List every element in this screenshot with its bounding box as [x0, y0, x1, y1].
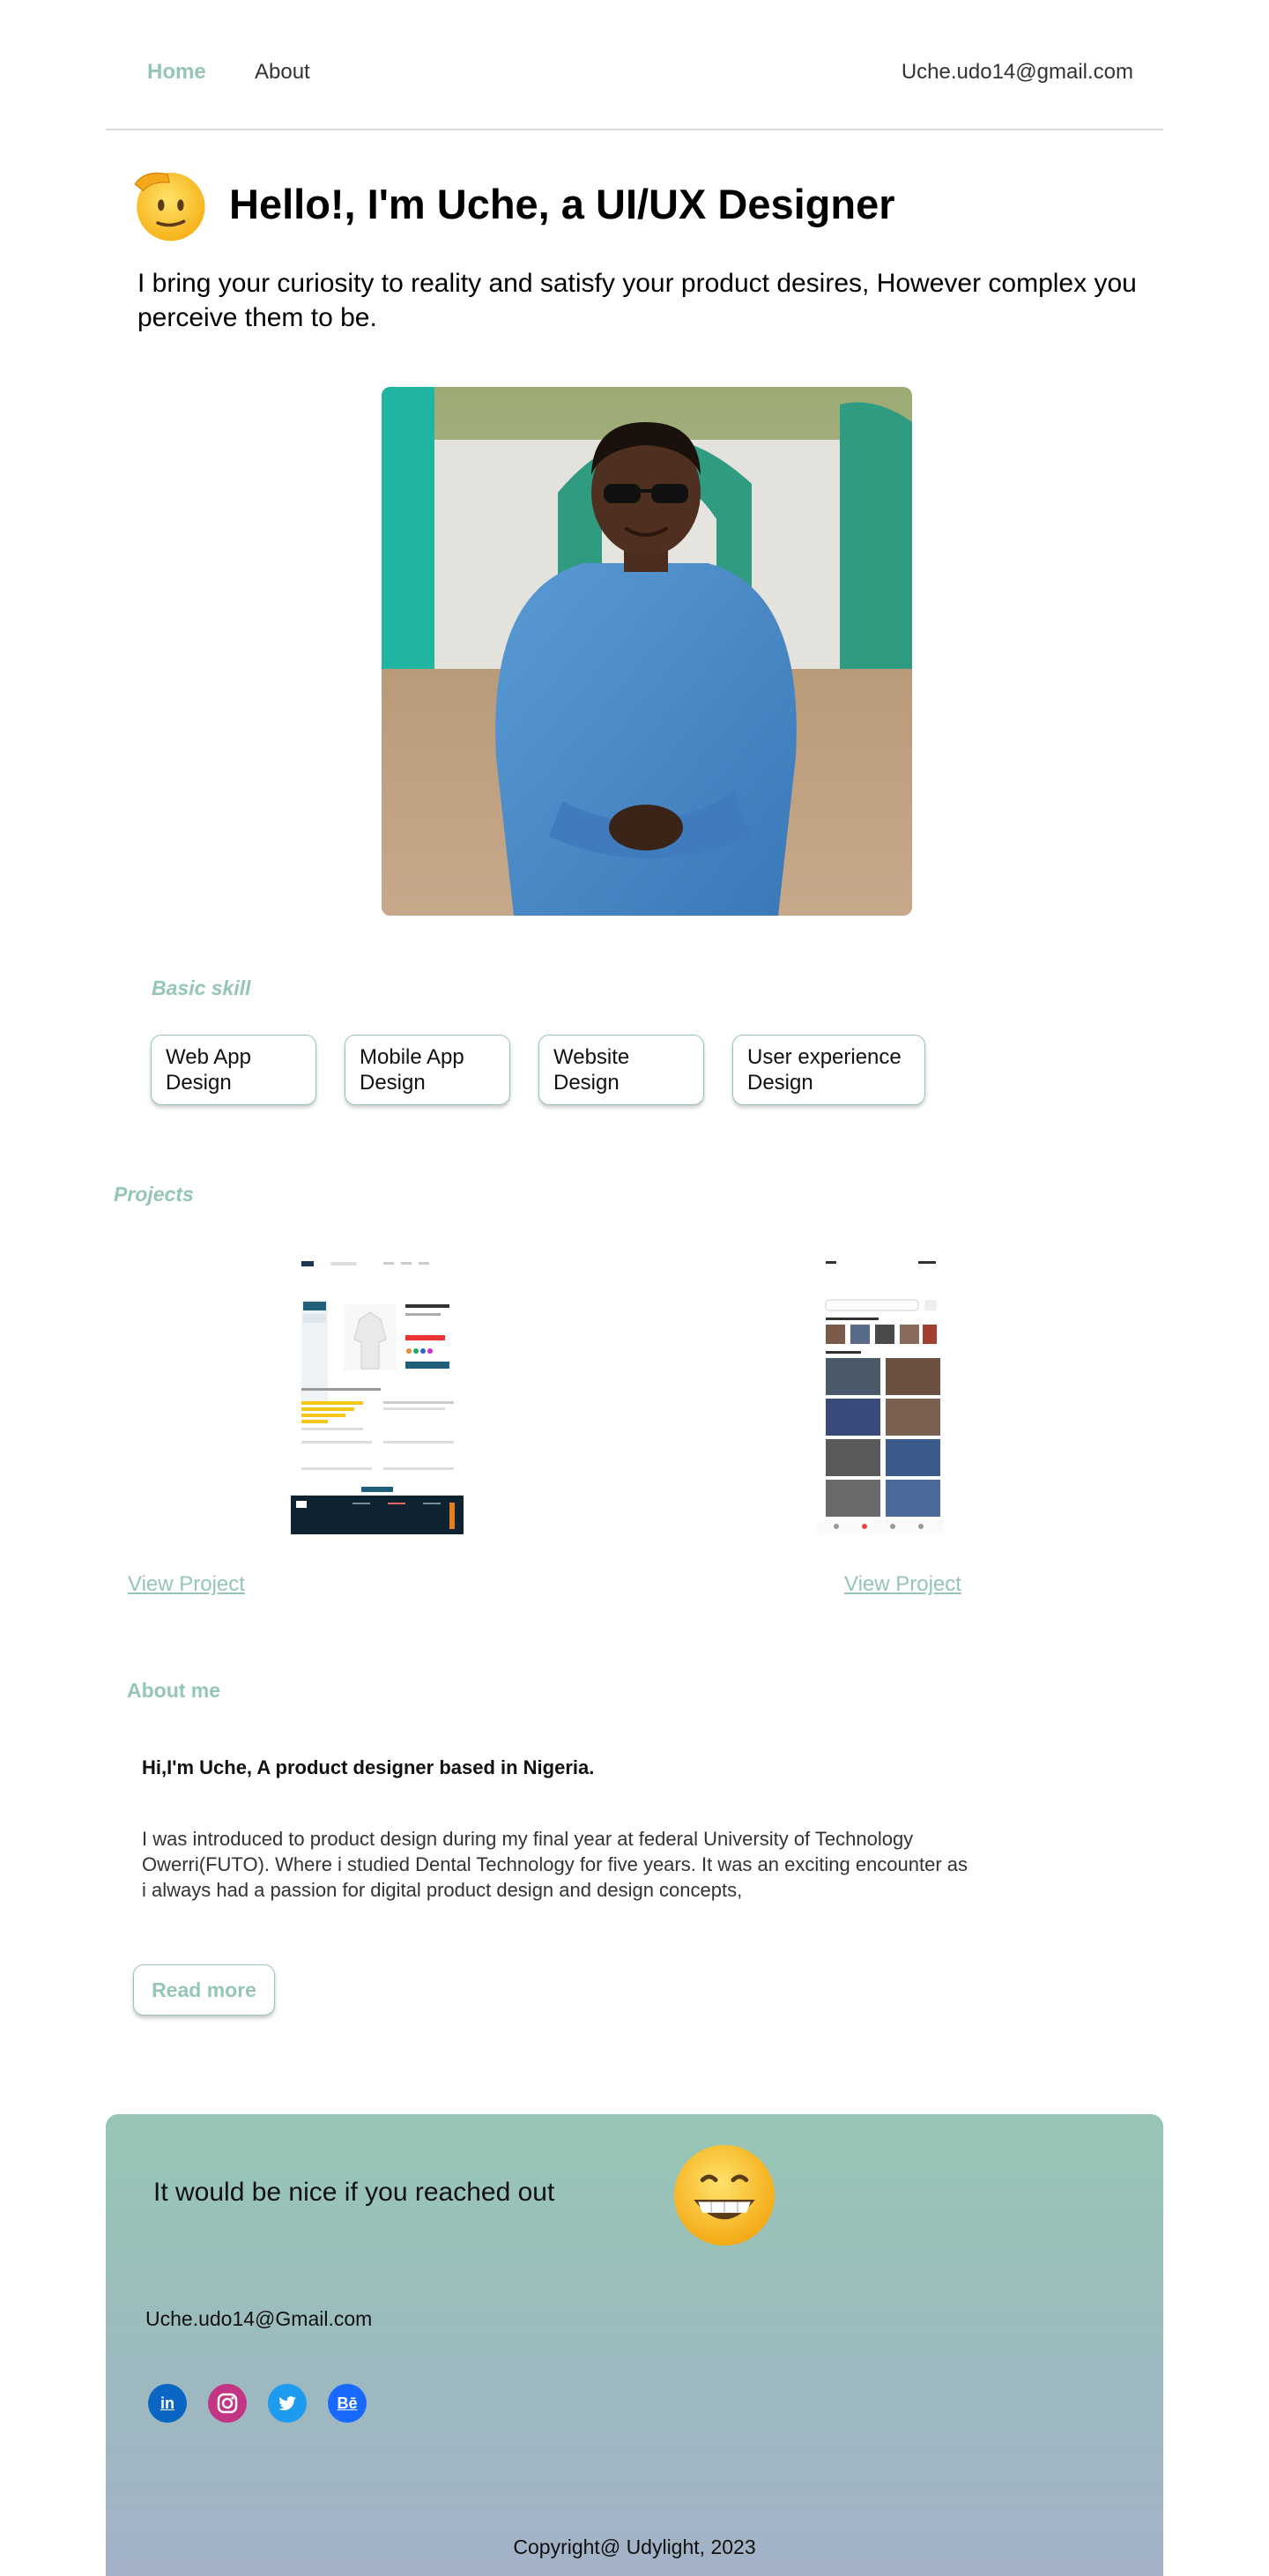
view-project-link-1[interactable]: View Project	[128, 1572, 245, 1597]
hero-title: Hello!, I'm Uche, a UI/UX Designer	[229, 180, 895, 227]
behance-icon[interactable]: Bē	[328, 2384, 367, 2423]
skill-user-experience-design: User experience Design	[732, 1035, 925, 1105]
hero-subtitle: I bring your curiosity to reality and sa…	[137, 269, 1137, 332]
about-heading: Hi,I'm Uche, A product designer based in…	[142, 1756, 595, 1778]
grinning-face-icon	[673, 2144, 776, 2246]
skill-website-design: Website Design	[538, 1035, 704, 1105]
instagram-icon[interactable]	[208, 2384, 247, 2423]
about-body: I was introduced to product design durin…	[142, 1828, 968, 1901]
saluting-face-icon	[134, 172, 205, 241]
skills-list: Web App Design Mobile App Design Website…	[151, 1035, 925, 1105]
copyright-text: Copyright@ Udylight, 2023	[513, 2535, 756, 2558]
about-me-label: About me	[127, 1679, 221, 1702]
project-thumbnail-web[interactable]	[291, 1256, 464, 1534]
hero-heading: Hello!, I'm Uche, a UI/UX Designer	[129, 164, 895, 243]
reach-out-text: It would be nice if you reached out	[153, 2178, 555, 2207]
twitter-icon[interactable]	[268, 2384, 307, 2423]
social-links: in Bē	[148, 2384, 367, 2423]
nav-home-link[interactable]: Home	[147, 60, 206, 85]
skill-mobile-app-design: Mobile App Design	[345, 1035, 510, 1105]
skill-web-app-design: Web App Design	[151, 1035, 316, 1105]
footer-email[interactable]: Uche.udo14@Gmail.com	[145, 2307, 372, 2331]
footer: It would be nice if you reached out Uche…	[106, 2114, 1163, 2576]
projects-label: Projects	[114, 1183, 194, 1206]
top-nav: Home About Uche.udo14@gmail.com	[106, 0, 1163, 130]
profile-photo	[382, 387, 912, 916]
nav-email-link[interactable]: Uche.udo14@gmail.com	[902, 60, 1133, 85]
view-project-link-2[interactable]: View Project	[844, 1572, 961, 1597]
nav-about-link[interactable]: About	[255, 60, 310, 85]
basic-skill-label: Basic skill	[152, 976, 251, 999]
read-more-button[interactable]: Read more	[133, 1964, 275, 2016]
linkedin-icon[interactable]: in	[148, 2384, 187, 2423]
project-thumbnail-mobile[interactable]	[817, 1256, 944, 1534]
